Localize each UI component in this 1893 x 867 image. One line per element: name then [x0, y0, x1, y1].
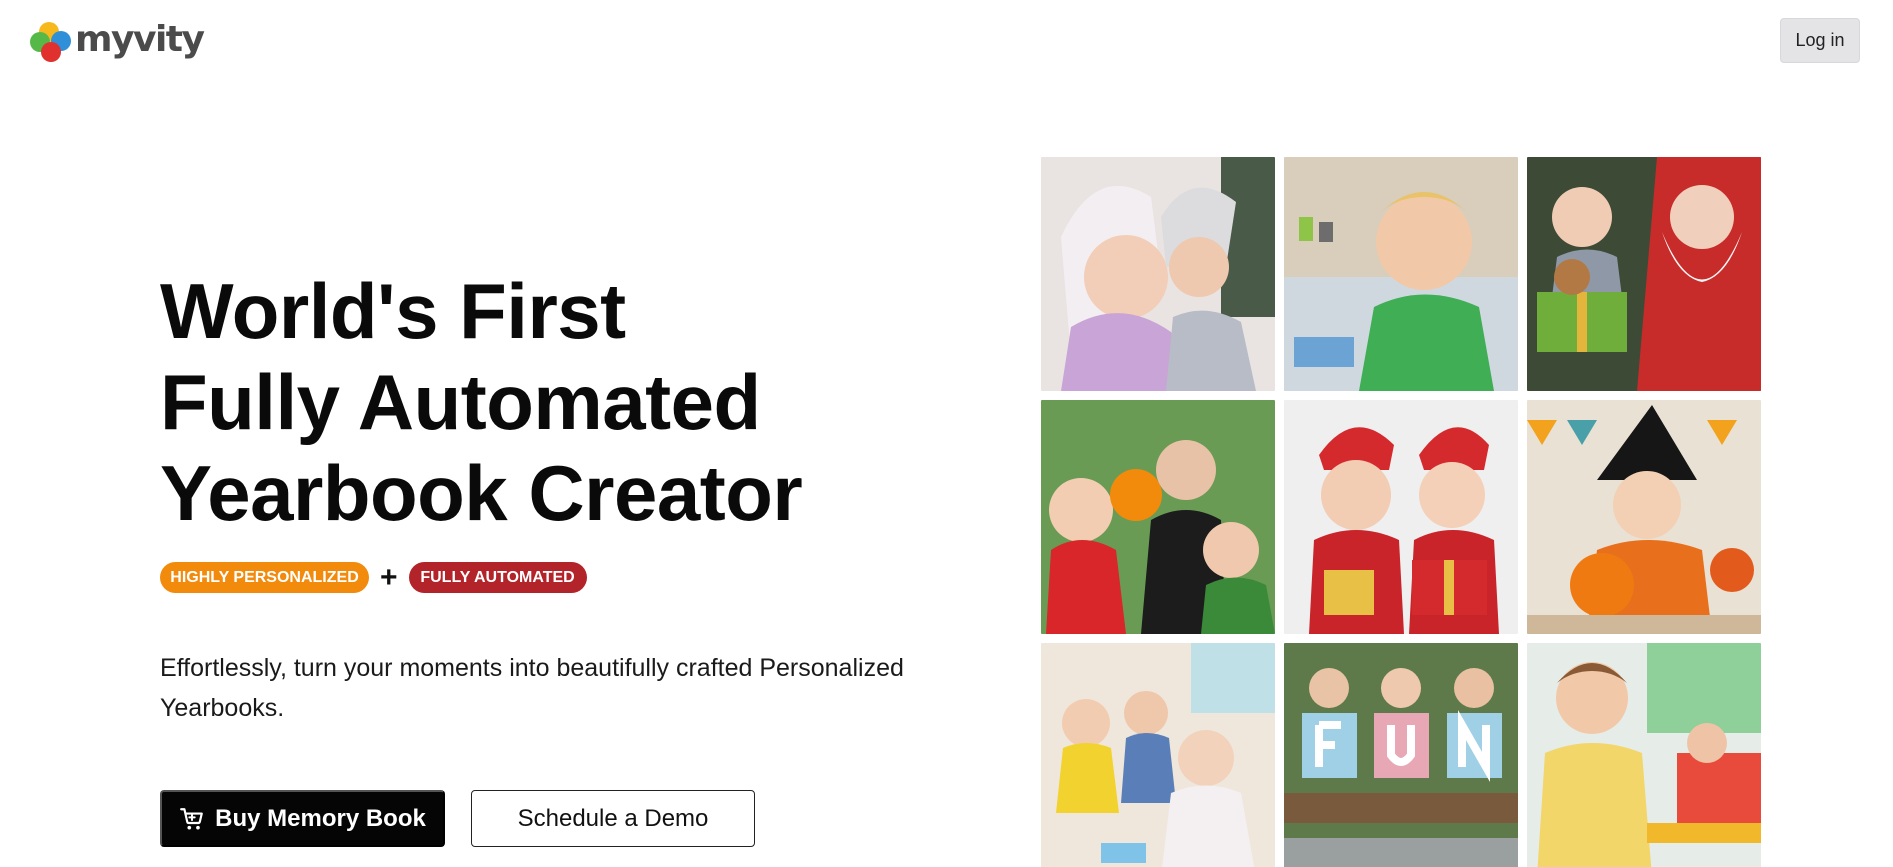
headline-line-3: Yearbook Creator: [160, 449, 803, 537]
classroom-boy-photo: [1527, 643, 1761, 867]
myvity-logo[interactable]: myvity: [29, 18, 205, 64]
hero-description: Effortlessly, turn your moments into bea…: [160, 654, 904, 722]
shopping-cart-icon: [180, 807, 203, 830]
logo-mark-icon: [29, 20, 73, 64]
feature-badges: HIGHLY PERSONALIZED + FULLY AUTOMATED: [160, 562, 587, 593]
buy-memory-book-label: Buy Memory Book: [215, 804, 426, 832]
login-button[interactable]: Log in: [1780, 18, 1860, 63]
buy-memory-book-button[interactable]: Buy Memory Book: [160, 790, 445, 847]
fun-letters-kids-photo: [1284, 643, 1518, 867]
plus-sign: +: [380, 560, 398, 594]
photo-grid: [1041, 157, 1763, 867]
schedule-demo-button[interactable]: Schedule a Demo: [471, 790, 755, 847]
child-painting-photo: [1284, 157, 1518, 391]
badge-highly-personalized: HIGHLY PERSONALIZED: [160, 562, 369, 593]
children-costume-photo: [1041, 157, 1275, 391]
headline-line-2: Fully Automated: [160, 358, 761, 446]
badge-fully-automated: FULLY AUTOMATED: [408, 562, 587, 593]
logo-text: myvity: [75, 18, 205, 60]
kids-playing-photo: [1041, 643, 1275, 867]
headline-line-1: World's First: [160, 267, 626, 355]
child-with-santa-photo: [1527, 157, 1761, 391]
witch-hat-child-photo: [1527, 400, 1761, 634]
christmas-kids-photo: [1284, 400, 1518, 634]
halloween-kids-photo: [1041, 400, 1275, 634]
hero-headline: World's First Fully Automated Yearbook C…: [160, 266, 960, 539]
